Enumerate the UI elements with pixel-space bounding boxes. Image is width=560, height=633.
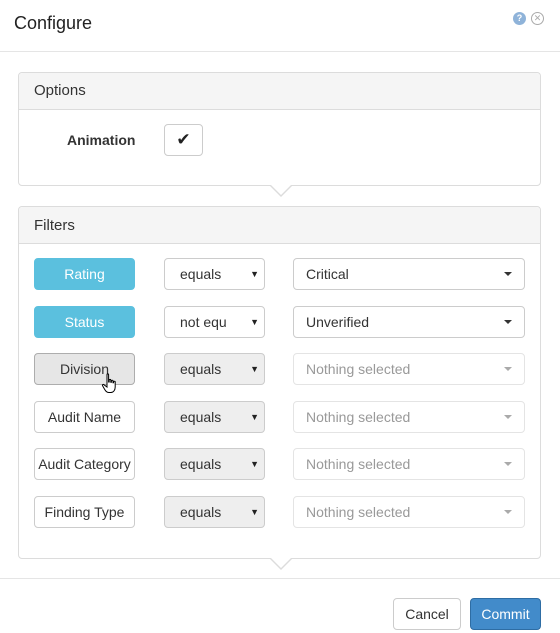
filter-field-button[interactable]: Audit Category [34, 448, 135, 480]
options-heading: Options [19, 73, 540, 110]
filter-operator-select[interactable]: equals ▼ [164, 401, 265, 433]
caret-down-icon [504, 462, 512, 466]
triangle-down-icon: ▼ [250, 459, 259, 469]
checkmark-icon: ✔ [176, 130, 191, 149]
hand-cursor-icon [101, 373, 116, 393]
filter-field-button[interactable]: Division [34, 353, 135, 385]
value-text: Critical [306, 266, 349, 282]
cancel-button[interactable]: Cancel [393, 598, 461, 630]
filter-field-button[interactable]: Rating [34, 258, 135, 290]
value-text: Nothing selected [306, 409, 411, 425]
filter-field-button[interactable]: Finding Type [34, 496, 135, 528]
filter-operator-select[interactable]: equals ▼ [164, 448, 265, 480]
value-text: Nothing selected [306, 504, 411, 520]
filter-operator-select[interactable]: equals ▼ [164, 496, 265, 528]
filter-value-select[interactable]: Critical [293, 258, 525, 290]
dialog-header: Configure ? ✕ [0, 0, 560, 52]
value-text: Unverified [306, 314, 370, 330]
filter-field-button[interactable]: Status [34, 306, 135, 338]
filter-value-select[interactable]: Nothing selected [293, 448, 525, 480]
filter-value-select[interactable]: Nothing selected [293, 401, 525, 433]
animation-checkbox[interactable]: ✔ [164, 124, 203, 156]
close-icon[interactable]: ✕ [531, 12, 544, 25]
dialog-title: Configure [14, 13, 93, 33]
filter-field-button[interactable]: Audit Name [34, 401, 135, 433]
caret-down-icon [504, 510, 512, 514]
value-text: Nothing selected [306, 456, 411, 472]
filter-operator-select[interactable]: equals ▼ [164, 353, 265, 385]
triangle-down-icon: ▼ [250, 412, 259, 422]
help-icon[interactable]: ? [513, 12, 526, 25]
operator-value: equals [180, 361, 222, 377]
value-text: Nothing selected [306, 361, 411, 377]
filter-operator-select[interactable]: not equ ▼ [164, 306, 265, 338]
operator-value: not equ [180, 314, 227, 330]
operator-value: equals [180, 504, 222, 520]
caret-down-icon [504, 272, 512, 276]
animation-label: Animation [67, 132, 136, 148]
operator-value: equals [180, 266, 222, 282]
filter-value-select[interactable]: Nothing selected [293, 496, 525, 528]
options-panel: Options [18, 72, 541, 186]
caret-down-icon [504, 415, 512, 419]
filter-operator-select[interactable]: equals ▼ [164, 258, 265, 290]
triangle-down-icon: ▼ [250, 317, 259, 327]
filter-value-select[interactable]: Nothing selected [293, 353, 525, 385]
filters-heading: Filters [19, 207, 540, 244]
triangle-down-icon: ▼ [250, 507, 259, 517]
caret-down-icon [504, 320, 512, 324]
commit-button[interactable]: Commit [470, 598, 541, 630]
operator-value: equals [180, 409, 222, 425]
caret-down-icon [504, 367, 512, 371]
filter-value-select[interactable]: Unverified [293, 306, 525, 338]
triangle-down-icon: ▼ [250, 364, 259, 374]
triangle-down-icon: ▼ [250, 269, 259, 279]
filters-panel-pointer-fill [271, 558, 291, 568]
options-panel-pointer-fill [271, 185, 291, 195]
operator-value: equals [180, 456, 222, 472]
